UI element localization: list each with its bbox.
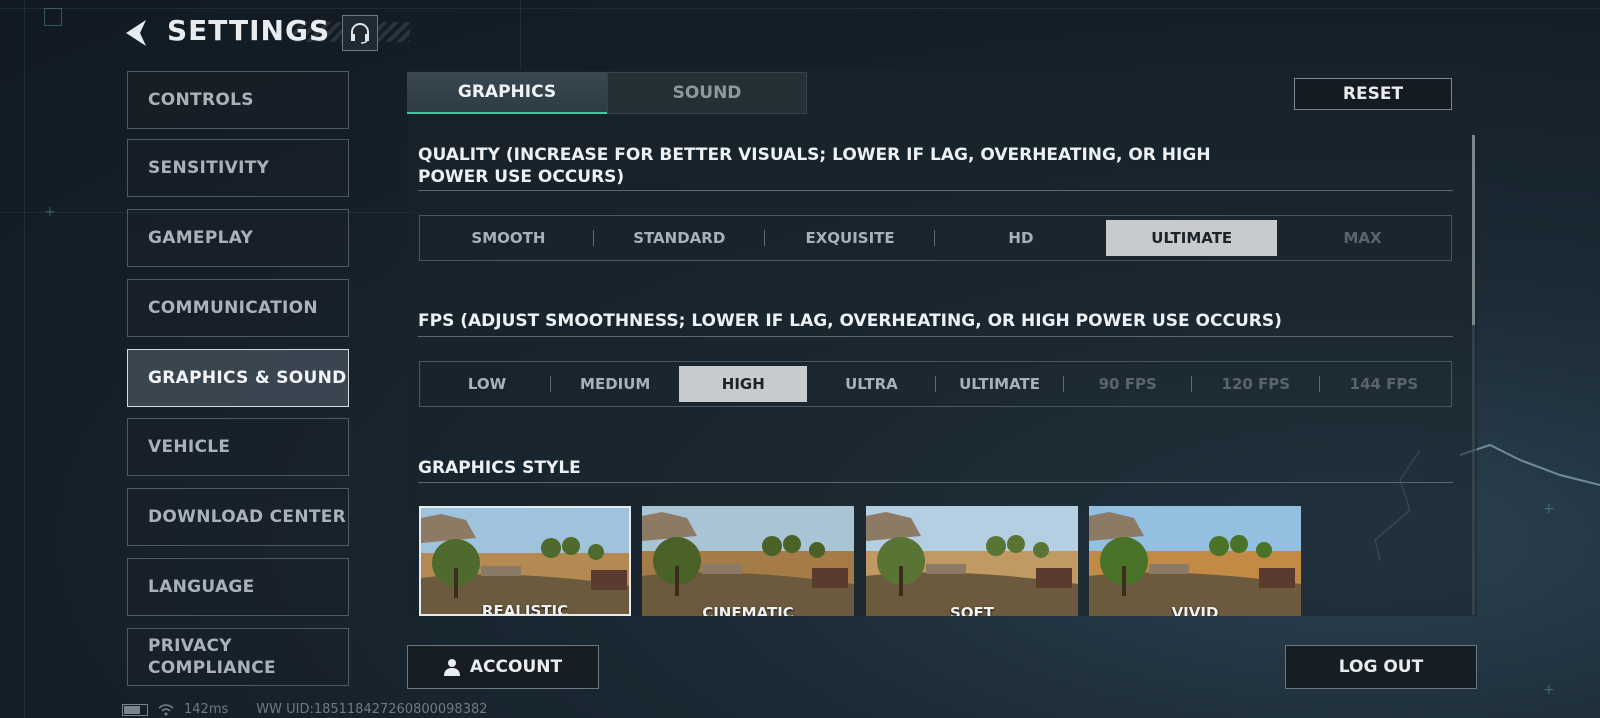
sidebar-item-label: SENSITIVITY bbox=[148, 158, 270, 178]
graphics-style-section-title: GRAPHICS STYLE bbox=[418, 458, 581, 478]
landscape-thumbnail bbox=[642, 506, 854, 616]
quality-option-hd[interactable]: HD bbox=[935, 220, 1106, 256]
quality-option-ultimate[interactable]: ULTIMATE bbox=[1106, 220, 1278, 256]
graphics-style-realistic[interactable]: REALISTIC bbox=[419, 506, 631, 616]
quality-section-title: QUALITY (INCREASE FOR BETTER VISUALS; LO… bbox=[418, 145, 1211, 187]
sidebar-item-label: COMMUNICATION bbox=[148, 298, 318, 318]
landscape-thumbnail bbox=[421, 508, 629, 614]
back-arrow-icon[interactable] bbox=[122, 18, 150, 48]
fps-option-90-fps[interactable]: 90 FPS bbox=[1064, 366, 1192, 402]
landscape-thumbnail bbox=[866, 506, 1078, 616]
wifi-icon bbox=[158, 703, 174, 715]
sidebar-item-vehicle[interactable]: VEHICLE bbox=[127, 418, 349, 476]
graphics-style-label: VIVID bbox=[1171, 604, 1219, 616]
reset-button[interactable]: RESET bbox=[1294, 78, 1452, 110]
fps-option-120-fps[interactable]: 120 FPS bbox=[1192, 366, 1321, 402]
sidebar-item-controls[interactable]: CONTROLS bbox=[127, 71, 349, 129]
landscape-thumbnail bbox=[1089, 506, 1301, 616]
graphics-style-label: SOFT bbox=[949, 604, 995, 616]
graphics-style-cinematic[interactable]: CINEMATIC bbox=[642, 506, 854, 616]
graphics-style-label: REALISTIC bbox=[481, 602, 569, 616]
section-divider bbox=[418, 190, 1453, 191]
sidebar-item-gameplay[interactable]: GAMEPLAY bbox=[127, 209, 349, 267]
fps-option-ultimate[interactable]: ULTIMATE bbox=[936, 366, 1064, 402]
sidebar-item-privacy-compliance[interactable]: PRIVACY COMPLIANCE bbox=[127, 628, 349, 686]
sidebar-item-graphics-sound[interactable]: GRAPHICS & SOUND bbox=[127, 349, 349, 407]
sidebar-item-label: DOWNLOAD CENTER bbox=[148, 507, 347, 527]
account-label: ACCOUNT bbox=[469, 657, 563, 677]
sidebar-item-communication[interactable]: COMMUNICATION bbox=[127, 279, 349, 337]
sidebar-item-sensitivity[interactable]: SENSITIVITY bbox=[127, 139, 349, 197]
deco-line bbox=[0, 8, 1600, 9]
headset-icon bbox=[351, 23, 369, 44]
fps-option-144-fps[interactable]: 144 FPS bbox=[1320, 366, 1448, 402]
fps-option-medium[interactable]: MEDIUM bbox=[551, 366, 679, 402]
logout-button[interactable]: LOG OUT bbox=[1285, 645, 1477, 689]
sidebar-item-label: PRIVACY COMPLIANCE bbox=[148, 636, 276, 678]
section-divider bbox=[418, 336, 1453, 337]
quality-selector: SMOOTH STANDARD EXQUISITE HD ULTIMATE MAX bbox=[419, 215, 1452, 261]
fps-section-title: FPS (ADJUST SMOOTHNESS; LOWER IF LAG, OV… bbox=[418, 311, 1282, 331]
graphics-style-soft[interactable]: SOFT bbox=[866, 506, 1078, 616]
scrollbar-thumb[interactable] bbox=[1472, 135, 1475, 325]
quality-option-max[interactable]: MAX bbox=[1277, 220, 1448, 256]
tab-bar: GRAPHICS SOUND bbox=[407, 72, 807, 114]
deco-cross-icon: + bbox=[1543, 682, 1555, 698]
graphics-style-vivid[interactable]: VIVID bbox=[1089, 506, 1301, 616]
quality-option-standard[interactable]: STANDARD bbox=[594, 220, 765, 256]
sidebar-item-label: CONTROLS bbox=[148, 90, 254, 110]
section-divider bbox=[418, 482, 1453, 483]
battery-icon bbox=[122, 703, 148, 716]
sidebar-item-label: GAMEPLAY bbox=[148, 228, 254, 248]
deco-cross-icon: + bbox=[44, 204, 56, 220]
deco-line bbox=[24, 0, 25, 718]
graphics-style-label: CINEMATIC bbox=[702, 604, 794, 616]
tab-graphics[interactable]: GRAPHICS bbox=[407, 72, 607, 114]
sidebar-item-download-center[interactable]: DOWNLOAD CENTER bbox=[127, 488, 349, 546]
sidebar-item-language[interactable]: LANGUAGE bbox=[127, 558, 349, 616]
account-button[interactable]: ACCOUNT bbox=[407, 645, 599, 689]
fps-option-high[interactable]: HIGH bbox=[679, 366, 808, 402]
sidebar-item-label: VEHICLE bbox=[148, 437, 231, 457]
uid-text: WW UID:1851184272608000​98382 bbox=[256, 702, 488, 717]
sidebar-item-label: GRAPHICS & SOUND bbox=[148, 368, 347, 388]
deco-square-icon bbox=[44, 8, 62, 26]
sidebar-item-label: LANGUAGE bbox=[148, 577, 255, 597]
quality-option-smooth[interactable]: SMOOTH bbox=[423, 220, 594, 256]
fps-option-ultra[interactable]: ULTRA bbox=[807, 366, 936, 402]
fps-selector: LOW MEDIUM HIGH ULTRA ULTIMATE 90 FPS 120 FPS 1… bbox=[419, 361, 1452, 407]
deco-line bbox=[520, 0, 521, 70]
fps-option-low[interactable]: LOW bbox=[423, 366, 552, 402]
quality-option-exquisite[interactable]: EXQUISITE bbox=[765, 220, 936, 256]
status-bar: 142ms WW UID:1851184272608000​98382 bbox=[122, 702, 488, 717]
support-button[interactable] bbox=[342, 15, 378, 51]
tab-sound[interactable]: SOUND bbox=[607, 72, 807, 114]
ping-value: 142ms bbox=[184, 702, 229, 717]
user-icon bbox=[443, 659, 460, 676]
